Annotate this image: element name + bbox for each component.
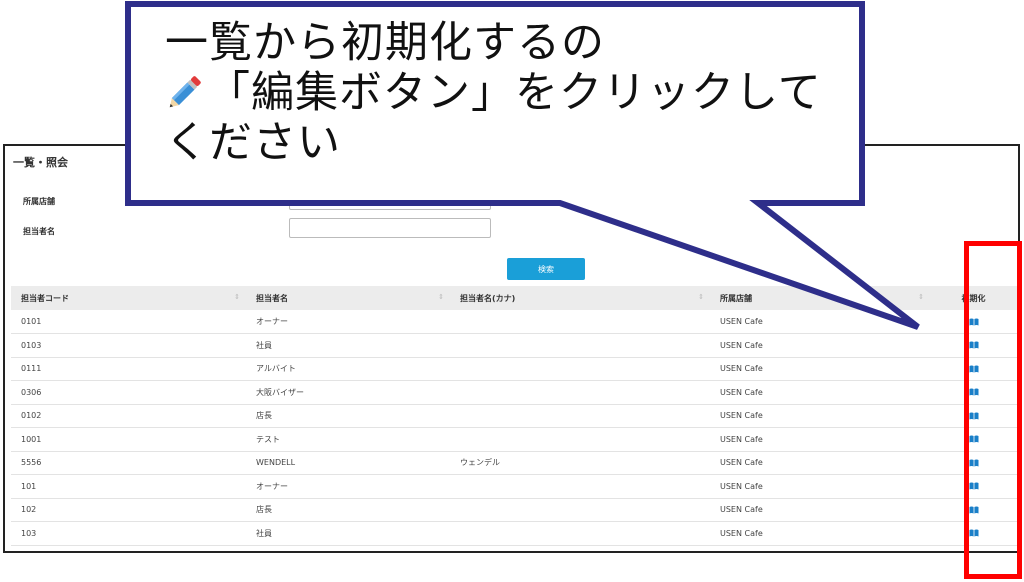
callout-line-3: ください [165, 118, 341, 168]
callout-line-1: 一覧から初期化するの [165, 18, 605, 68]
callout-text: 一覧から初期化するの 「編集ボタン」をクリックして ください [165, 18, 845, 168]
pencil-icon [169, 76, 201, 108]
callout-line-2: 「編集ボタン」をクリックして [207, 68, 822, 118]
